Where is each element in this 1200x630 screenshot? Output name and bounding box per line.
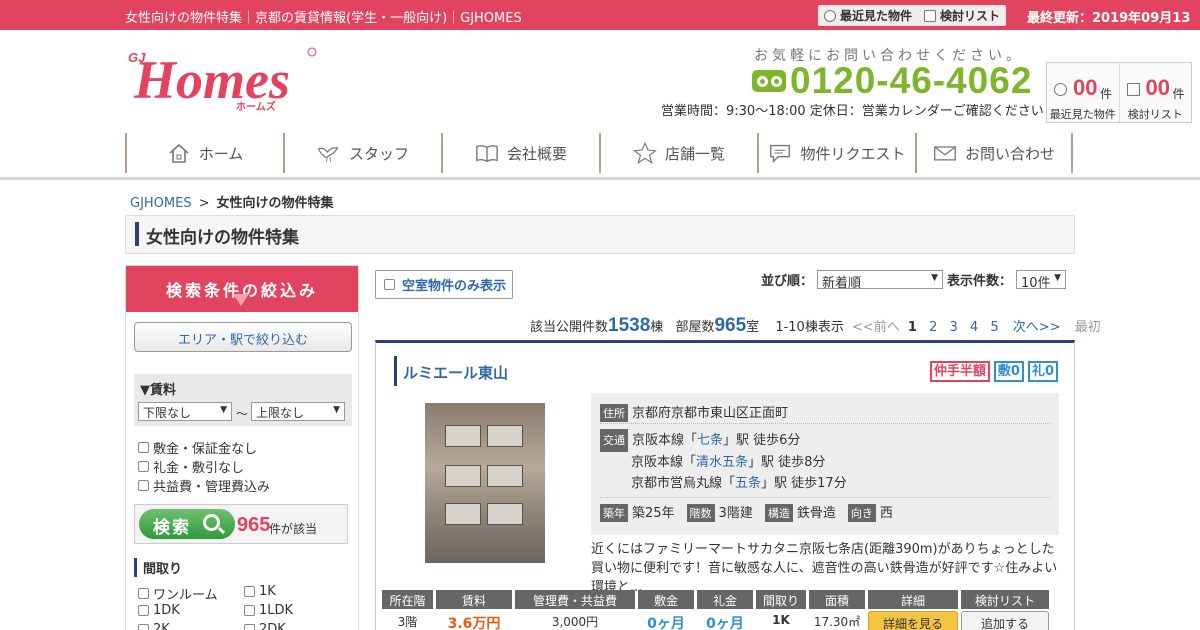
speech-bubble-icon xyxy=(768,142,792,164)
clock-icon xyxy=(824,9,836,22)
clock-icon xyxy=(1054,83,1067,96)
nav-stores[interactable]: 店舗一覧 xyxy=(599,133,757,173)
prev-page-link[interactable]: <<前へ xyxy=(852,320,900,335)
nav-request[interactable]: 物件リクエスト xyxy=(757,133,915,173)
station-link[interactable]: 七条 xyxy=(697,433,723,448)
no-deposit-badge: 敷0 xyxy=(993,361,1024,382)
star-icon xyxy=(632,141,657,165)
property-name-link[interactable]: ルミエール東山 xyxy=(394,356,508,386)
check-icon xyxy=(1126,83,1140,96)
nav-staff[interactable]: スタッフ xyxy=(283,133,441,173)
recent-viewed-link[interactable]: 最近見た物件 検討リスト xyxy=(818,5,1007,26)
nav-company[interactable]: 会社概要 xyxy=(441,133,599,173)
sort-controls: 並び順： 新着順 表示件数： 10件 xyxy=(761,270,1067,291)
page-link[interactable]: 2 xyxy=(929,320,937,335)
property-badges: 仲手半額 敷0 礼0 xyxy=(929,361,1058,382)
book-icon xyxy=(475,142,499,164)
layout-checkbox[interactable]: 1K xyxy=(244,584,276,599)
room-table-header: 所在階 賃料 管理費・共益費 敷金 礼金 間取り 面積 詳細 検討リスト xyxy=(382,590,1062,609)
nav-home[interactable]: ホーム xyxy=(125,133,283,173)
fees-included-checkbox[interactable]: 共益費・管理費込み xyxy=(138,476,270,495)
gjhomes-logo[interactable]: GJ Homes ホームズ xyxy=(124,42,319,112)
property-description: 近くにはファミリーマートサカタニ京阪七条店(距離390m)がありちょっとした買い… xyxy=(591,542,1058,595)
main-nav: ホーム スタッフ 会社概要 店舗一覧 物件リクエスト お問い合わせ xyxy=(125,133,1075,173)
search-button[interactable]: 検索 xyxy=(139,509,235,539)
business-hours: 営業時間：9:30～18:00 定休日：営業カレンダーご確認ください xyxy=(661,104,1044,119)
svg-text:Homes: Homes xyxy=(133,50,290,110)
svg-text:ホームズ: ホームズ xyxy=(236,100,276,112)
page-link[interactable]: 4 xyxy=(970,320,978,335)
down-arrow-icon xyxy=(233,294,249,306)
no-key-money-badge: 礼0 xyxy=(1027,361,1058,382)
page-link-current[interactable]: 1 xyxy=(908,320,917,335)
breadcrumb: GJHOMES > 女性向けの物件特集 xyxy=(130,196,334,211)
layout-checkbox[interactable]: 1DK xyxy=(138,603,180,618)
phone-number[interactable]: 0120-46-4062 xyxy=(752,60,1032,102)
page-link[interactable]: 3 xyxy=(950,320,958,335)
bird-icon xyxy=(317,142,341,164)
detail-button[interactable]: 詳細を見る xyxy=(868,611,958,630)
station-link[interactable]: 清水五条 xyxy=(696,455,748,470)
area-station-button[interactable]: エリア・駅で絞り込む xyxy=(134,322,352,352)
property-access: 交通 京阪本線「七条」駅 徒歩6分 京阪本線「清水五条」駅 徒歩8分 京都市営烏丸… xyxy=(600,429,847,494)
property-photo[interactable] xyxy=(425,403,545,563)
next-page-link[interactable]: 次へ>> xyxy=(1013,320,1061,335)
history-counter: 00 件 最近見た物件 00 件 検討リスト xyxy=(1046,62,1192,123)
property-address: 京都府京都市東山区正面町 xyxy=(632,406,789,421)
layout-section-title: 間取り xyxy=(134,558,182,577)
search-sidebar: 検索条件の絞込み エリア・駅で絞り込む ▼賃料 下限なし ～ 上限なし 敷金・保… xyxy=(125,265,359,630)
checklist-link[interactable]: 検討リスト xyxy=(940,7,1000,24)
property-card: ルミエール東山 仲手半額 敷0 礼0 住所 京都府京都市東山区正面町 交通 京阪本線… xyxy=(375,340,1075,630)
rent-filter: ▼賃料 下限なし ～ 上限なし xyxy=(134,374,352,426)
no-key-money-checkbox[interactable]: 礼金・敷引なし xyxy=(138,457,244,476)
hit-count: 965 xyxy=(237,514,271,536)
sort-select[interactable]: 新着順 xyxy=(817,270,944,291)
site-header: GJ Homes ホームズ お気軽にお問い合わせください。 0120-46-40… xyxy=(0,30,1200,180)
freedial-icon xyxy=(752,70,786,92)
half-fee-badge: 仲手半額 xyxy=(929,361,990,382)
property-info: 住所 京都府京都市東山区正面町 交通 京阪本線「七条」駅 徒歩6分 京阪本線「清水五… xyxy=(591,393,1059,535)
breadcrumb-current: 女性向けの物件特集 xyxy=(216,196,334,211)
page-heading-box: 女性向けの物件特集 xyxy=(125,215,1075,254)
layout-checkbox[interactable]: ワンルーム xyxy=(138,584,218,603)
vacant-only-checkbox[interactable]: 空室物件のみ表示 xyxy=(375,270,513,299)
sidebar-title: 検索条件の絞込み xyxy=(126,266,358,312)
per-page-select[interactable]: 10件 xyxy=(1016,270,1067,291)
layout-checkbox[interactable]: 2K xyxy=(138,622,170,630)
recent-counter[interactable]: 00 件 最近見た物件 xyxy=(1047,63,1120,122)
page-title: 女性向けの物件特集 xyxy=(146,228,299,248)
add-to-list-button[interactable]: 追加する xyxy=(961,611,1049,630)
site-tagline: 女性向けの物件特集｜京都の賃貸情報(学生・一般向け)｜GJHOMES xyxy=(125,11,522,26)
breadcrumb-home-link[interactable]: GJHOMES xyxy=(130,196,192,211)
top-bar: 女性向けの物件特集｜京都の賃貸情報(学生・一般向け)｜GJHOMES 最近見た物… xyxy=(0,0,1200,45)
page-link[interactable]: 5 xyxy=(990,320,998,335)
station-link[interactable]: 五条 xyxy=(735,476,761,491)
check-icon xyxy=(924,9,937,22)
search-box: 検索 965 件が該当 xyxy=(134,504,348,544)
layout-checkbox[interactable]: 1LDK xyxy=(244,603,293,618)
house-icon xyxy=(167,142,191,164)
property-specs: 築年 築25年 階数 3階建 構造 鉄骨造 向き西 xyxy=(600,502,893,522)
first-page-link[interactable]: 最初 xyxy=(1075,320,1101,335)
room-table: 所在階 賃料 管理費・共益費 敷金 礼金 間取り 面積 詳細 検討リスト 3階 … xyxy=(382,590,1062,630)
table-row: 3階 3.6万円 3,000円 0ヶ月 0ヶ月 1K 17.30㎡ 詳細を見る … xyxy=(382,611,1062,630)
nav-contact[interactable]: お問い合わせ xyxy=(915,133,1073,173)
layout-checkbox[interactable]: 2DK xyxy=(244,622,286,630)
result-count: 該当公開件数1538棟 部屋数965室 1-10棟表示 <<前へ 1 2 3 4… xyxy=(530,315,1101,336)
checklist-counter[interactable]: 00 件 検討リスト xyxy=(1120,63,1192,122)
rent-min-select[interactable]: 下限なし xyxy=(138,402,232,421)
no-deposit-checkbox[interactable]: 敷金・保証金なし xyxy=(138,438,257,457)
magnifier-icon xyxy=(203,514,220,531)
envelope-icon xyxy=(933,142,957,164)
rent-max-select[interactable]: 上限なし xyxy=(251,402,345,421)
